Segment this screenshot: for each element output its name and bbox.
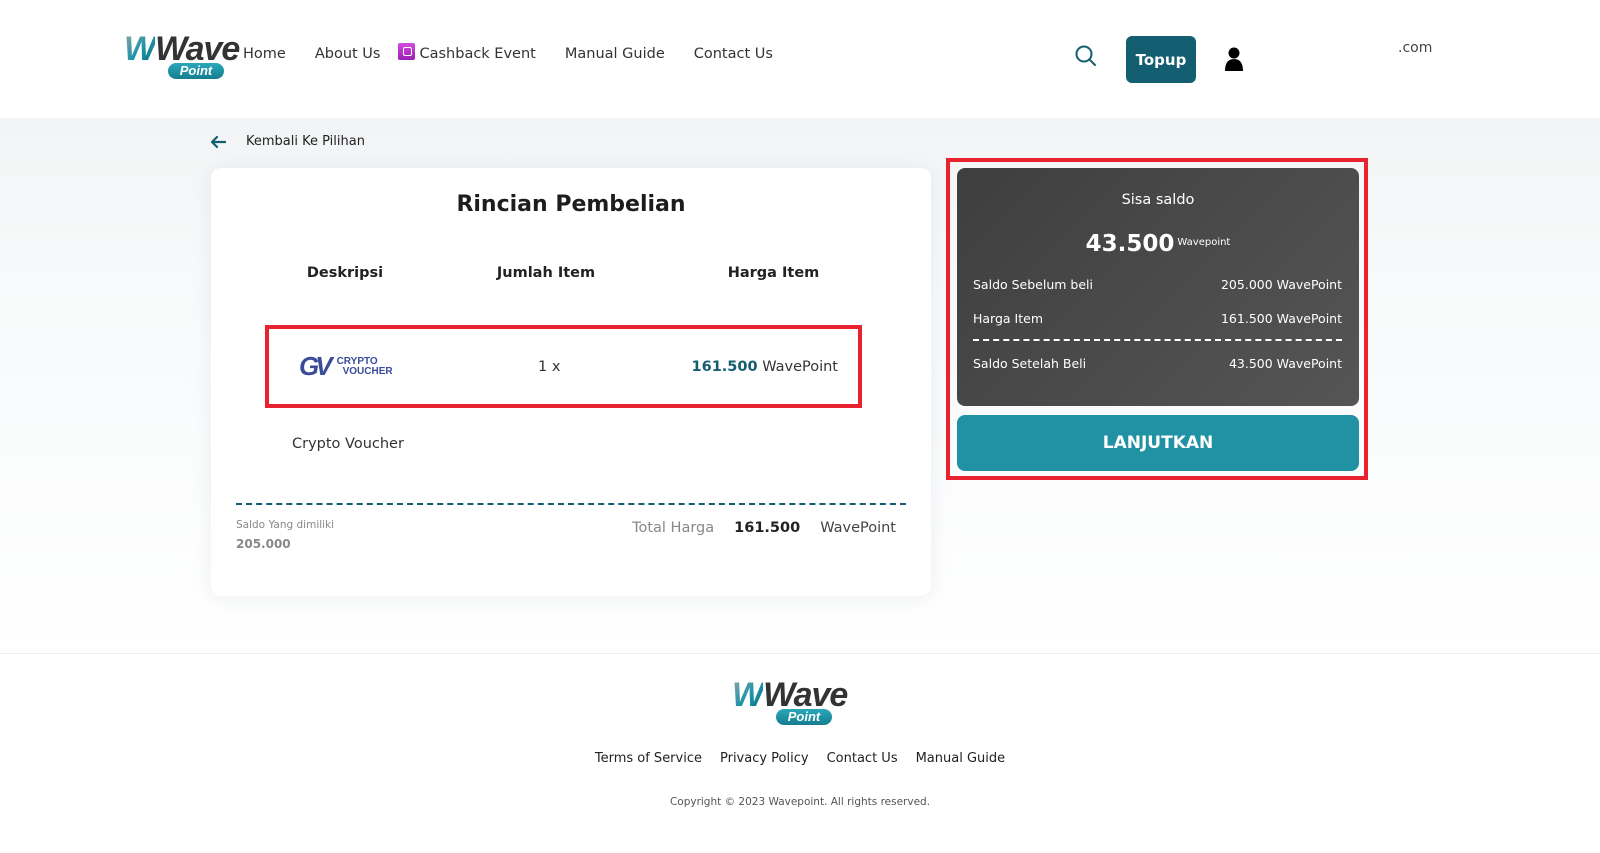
balance-before-row: Saldo Sebelum beli 205.000 WavePoint: [973, 277, 1342, 292]
balance-before-label: Saldo Sebelum beli: [973, 277, 1093, 292]
balance-before-value: 205.000 WavePoint: [1220, 277, 1342, 292]
logo-badge: Point: [168, 63, 224, 79]
total-price-label: Total Harga: [632, 520, 715, 536]
site-footer: WWave Point Terms of Service Privacy Pol…: [0, 653, 1600, 853]
remaining-balance-value: 43.500: [1085, 231, 1175, 257]
column-header-description: Deskripsi: [306, 265, 384, 281]
nav-about-us-label: About Us: [314, 45, 381, 62]
crypto-voucher-logo: GV CRYPTO VOUCHER: [299, 351, 393, 382]
footer-link-manual[interactable]: Manual Guide: [916, 751, 1006, 766]
nav-contact-us[interactable]: Contact Us: [694, 46, 773, 62]
item-price-summary-value: 161.500 WavePoint: [1220, 311, 1342, 326]
item-price-label: Harga Item: [973, 311, 1044, 326]
wavepoint-logo[interactable]: WWave Point: [124, 32, 240, 80]
total-price-value: 161.500: [734, 520, 801, 536]
item-price-row: Harga Item 161.500 WavePoint: [973, 311, 1342, 326]
logo-text-top: CRYPTO: [336, 355, 378, 367]
topup-button[interactable]: Topup: [1126, 36, 1196, 83]
item-price-unit: WavePoint: [762, 359, 838, 375]
balance-after-label: Saldo Setelah Beli: [973, 356, 1087, 371]
back-to-selection-link[interactable]: Kembali Ke Pilihan: [210, 134, 365, 149]
nav-home-label: Home: [243, 45, 286, 62]
search-button[interactable]: [1074, 44, 1098, 68]
nav-contact-us-label: Contact Us: [693, 45, 773, 62]
crypto-voucher-wordmark: CRYPTO VOUCHER: [336, 355, 393, 377]
nav-cashback-event-label: Cashback Event: [419, 45, 536, 62]
owned-balance-value: 205.000: [236, 537, 291, 551]
domain-text: .com: [1398, 40, 1433, 56]
cashback-event-icon: [398, 43, 416, 60]
total-price-row: Total Harga 161.500 WavePoint: [632, 520, 896, 536]
purchase-item-row: GV CRYPTO VOUCHER 1 x 161.500 WavePoint: [265, 325, 862, 408]
owned-balance-label: Saldo Yang dimiliki: [236, 519, 335, 531]
remaining-balance-card: Sisa saldo 43.500 Wavepoint Saldo Sebelum…: [957, 168, 1359, 406]
total-price-unit: WavePoint: [820, 520, 896, 536]
purchase-details-card: Rincian Pembelian Deskripsi Jumlah Item …: [211, 168, 931, 596]
footer-logo-badge: Point: [776, 709, 832, 725]
column-header-quantity: Jumlah Item: [496, 265, 596, 281]
user-account-button[interactable]: [1224, 46, 1244, 72]
nav-about-us[interactable]: About Us: [315, 46, 381, 62]
arrow-left-icon: [210, 135, 226, 148]
item-name: Crypto Voucher: [292, 436, 404, 452]
page-title: Rincian Pembelian: [456, 192, 686, 217]
footer-logo[interactable]: WWave Point: [732, 678, 848, 726]
item-quantity: 1 x: [538, 359, 561, 375]
balance-divider: [973, 339, 1342, 341]
user-icon: [1225, 47, 1243, 71]
remaining-balance-amount: 43.500 Wavepoint: [957, 231, 1359, 257]
site-header: WWave Point Home About Us Cashback Event…: [0, 0, 1600, 118]
nav-home[interactable]: Home: [243, 46, 286, 62]
item-price-value: 161.500: [691, 359, 758, 375]
nav-manual-guide[interactable]: Manual Guide: [565, 46, 665, 62]
main-content: Kembali Ke Pilihan Rincian Pembelian Des…: [0, 118, 1600, 653]
dashed-divider: [236, 503, 906, 505]
footer-nav: Terms of Service Privacy Policy Contact …: [0, 751, 1600, 766]
back-label: Kembali Ke Pilihan: [246, 134, 365, 149]
crypto-voucher-mark: GV: [299, 351, 333, 381]
remaining-balance-title: Sisa saldo: [1121, 192, 1195, 208]
search-icon: [1075, 45, 1096, 66]
logo-text-bottom: VOUCHER: [342, 365, 393, 377]
balance-after-value: 43.500 WavePoint: [1228, 356, 1342, 371]
copyright-text: Copyright © 2023 Wavepoint. All rights r…: [669, 796, 931, 808]
item-price: 161.500 WavePoint: [692, 359, 838, 375]
continue-button[interactable]: LANJUTKAN: [957, 415, 1359, 471]
nav-cashback-event[interactable]: Cashback Event: [398, 43, 536, 62]
remaining-balance-unit: Wavepoint: [1177, 237, 1231, 248]
column-header-price: Harga Item: [727, 265, 820, 281]
footer-link-contact[interactable]: Contact Us: [827, 751, 898, 766]
balance-after-row: Saldo Setelah Beli 43.500 WavePoint: [973, 356, 1342, 371]
nav-manual-guide-label: Manual Guide: [564, 45, 665, 62]
footer-link-terms[interactable]: Terms of Service: [595, 751, 702, 766]
main-nav: Home About Us Cashback Event Manual Guid…: [243, 43, 802, 62]
footer-link-privacy[interactable]: Privacy Policy: [720, 751, 809, 766]
